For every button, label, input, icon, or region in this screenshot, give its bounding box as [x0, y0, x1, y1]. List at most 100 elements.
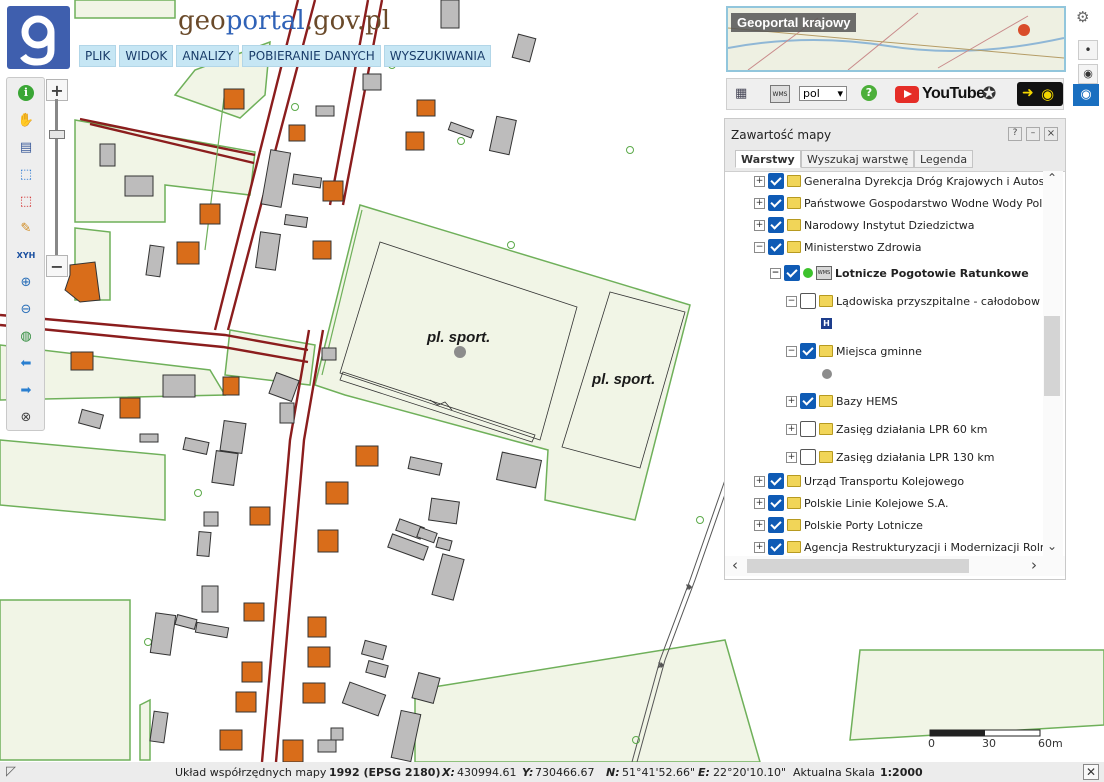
- expand-toggle[interactable]: +: [786, 423, 797, 435]
- layer-checkbox[interactable]: [768, 173, 784, 189]
- scroll-up-icon[interactable]: ⌃: [1047, 171, 1057, 185]
- contrast-eye-icon: ◉: [1041, 85, 1055, 103]
- layer-row[interactable]: + Agencja Restrukturyzacji i Modernizacj…: [754, 538, 1043, 556]
- layer-checkbox[interactable]: [768, 239, 784, 255]
- menu-pobieranie-danych[interactable]: POBIERANIE DANYCH: [242, 45, 381, 67]
- layer-row[interactable]: − WMS Lotnicze Pogotowie Ratunkowe: [770, 264, 1029, 282]
- tab-warstwy[interactable]: Warstwy: [735, 150, 801, 168]
- next-view-button[interactable]: ➡: [15, 379, 37, 401]
- expand-toggle[interactable]: +: [754, 197, 765, 209]
- status-scale-label: Aktualna Skala: [793, 766, 875, 779]
- layer-row[interactable]: − Ministerstwo Zdrowia: [754, 238, 922, 256]
- side-eye-blue-icon[interactable]: ◉: [1073, 84, 1099, 106]
- status-system-value: 1992 (EPSG 2180): [329, 766, 441, 779]
- side-dot-button[interactable]: •: [1078, 40, 1098, 60]
- menu-wyszukiwania[interactable]: WYSZUKIWANIA: [383, 45, 492, 67]
- help-icon[interactable]: ?: [861, 85, 877, 101]
- menu-analizy[interactable]: ANALIZY: [176, 45, 240, 67]
- layer-checkbox[interactable]: [768, 517, 784, 533]
- layer-row[interactable]: + Państwowe Gospodarstwo Wodne Wody Pol: [754, 194, 1042, 212]
- zoom-handle[interactable]: [49, 130, 65, 139]
- menu-plik[interactable]: PLIK: [79, 45, 117, 67]
- youtube-label: YouTube: [922, 85, 985, 102]
- expand-toggle[interactable]: +: [754, 219, 765, 231]
- zoom-minus-button[interactable]: −: [46, 255, 68, 277]
- layer-checkbox[interactable]: [768, 473, 784, 489]
- vertical-scroll-thumb[interactable]: [1044, 316, 1060, 396]
- layer-checkbox[interactable]: [768, 195, 784, 211]
- menu-widok[interactable]: WIDOK: [119, 45, 174, 67]
- language-select[interactable]: pol ▾: [799, 86, 847, 101]
- layer-row[interactable]: + Zasięg działania LPR 60 km: [786, 420, 987, 438]
- expand-toggle[interactable]: +: [786, 451, 797, 463]
- expand-toggle[interactable]: +: [754, 497, 765, 509]
- zoom-in-tool-button[interactable]: ⊕: [15, 271, 37, 293]
- layer-row[interactable]: + Bazy HEMS: [786, 392, 898, 410]
- layer-row[interactable]: + Zasięg działania LPR 130 km: [786, 448, 994, 466]
- layer-label: Lądowiska przyszpitalne - całodobow: [836, 294, 1040, 308]
- expand-toggle[interactable]: +: [754, 475, 765, 487]
- previous-view-button[interactable]: ⬅: [15, 352, 37, 374]
- expand-toggle[interactable]: +: [754, 541, 765, 553]
- expand-toggle[interactable]: +: [786, 395, 797, 407]
- layer-checkbox[interactable]: [800, 343, 816, 359]
- tab-legenda[interactable]: Legenda: [914, 150, 974, 168]
- layer-row[interactable]: + Polskie Linie Kolejowe S.A.: [754, 494, 949, 512]
- layer-checkbox[interactable]: [784, 265, 800, 281]
- layer-checkbox[interactable]: [800, 393, 816, 409]
- tab-wyszukaj-warstwe[interactable]: Wyszukaj warstwę: [801, 150, 915, 168]
- info-tool-button[interactable]: i: [15, 82, 37, 104]
- accessibility-icon[interactable]: ✪: [982, 84, 996, 104]
- layer-row[interactable]: + Generalna Dyrekcja Dróg Krajowych i Au…: [754, 172, 1043, 190]
- layer-checkbox[interactable]: [768, 539, 784, 555]
- expand-toggle[interactable]: −: [786, 345, 797, 357]
- layer-row[interactable]: + Urząd Transportu Kolejowego: [754, 472, 964, 490]
- layer-checkbox[interactable]: [768, 495, 784, 511]
- folder-icon: [787, 241, 801, 253]
- draw-tool-button[interactable]: ✎: [15, 217, 37, 239]
- overview-map[interactable]: Geoportal krajowy: [726, 6, 1066, 72]
- status-close-icon[interactable]: ✕: [1083, 764, 1099, 780]
- select-red-tool-button[interactable]: ⬚: [15, 190, 37, 212]
- layer-label: Polskie Porty Lotnicze: [804, 518, 923, 532]
- zoom-out-tool-button[interactable]: ⊖: [15, 298, 37, 320]
- coordinates-tool-button[interactable]: XYH: [15, 244, 37, 266]
- youtube-link[interactable]: YouTube: [895, 84, 985, 104]
- clear-tool-button[interactable]: ⊗: [15, 406, 37, 428]
- calculator-icon[interactable]: ▦: [735, 86, 747, 101]
- side-eye-small-icon[interactable]: ◉: [1078, 64, 1098, 84]
- scroll-down-icon[interactable]: ⌄: [1047, 539, 1057, 553]
- scroll-left-icon[interactable]: ‹: [732, 556, 738, 574]
- expand-toggle[interactable]: −: [754, 241, 765, 253]
- layer-row[interactable]: − Miejsca gminne: [786, 342, 922, 360]
- settings-gear-icon[interactable]: ⚙: [1076, 8, 1089, 26]
- expand-toggle[interactable]: +: [754, 519, 765, 531]
- select-tool-button[interactable]: ⬚: [15, 163, 37, 185]
- horizontal-scroll-thumb[interactable]: [747, 559, 969, 573]
- wms-icon[interactable]: WMS: [770, 85, 790, 103]
- layer-checkbox[interactable]: [768, 217, 784, 233]
- layer-label: Polskie Linie Kolejowe S.A.: [804, 496, 949, 510]
- layer-checkbox[interactable]: [800, 293, 816, 309]
- layer-checkbox[interactable]: [800, 449, 816, 465]
- layer-checkbox[interactable]: [800, 421, 816, 437]
- layer-row[interactable]: + Polskie Porty Lotnicze: [754, 516, 923, 534]
- geoportal-logo[interactable]: [7, 6, 70, 69]
- expand-toggle[interactable]: −: [770, 267, 781, 279]
- panel-help-button[interactable]: ?: [1008, 127, 1022, 141]
- zoom-track[interactable]: [55, 99, 58, 259]
- panel-minimize-button[interactable]: –: [1026, 127, 1040, 141]
- expand-toggle[interactable]: −: [786, 295, 797, 307]
- contrast-arrow-icon: ➜: [1022, 85, 1034, 101]
- full-extent-tool-button[interactable]: ◍: [15, 325, 37, 347]
- zoom-plus-button[interactable]: +: [46, 79, 68, 101]
- scroll-right-icon[interactable]: ›: [1031, 556, 1037, 574]
- pan-tool-button[interactable]: ✋: [15, 109, 37, 131]
- expand-toggle[interactable]: +: [754, 175, 765, 187]
- contrast-toggle[interactable]: ➜ ◉: [1017, 82, 1063, 106]
- layer-row[interactable]: + Narodowy Instytut Dziedzictwa: [754, 216, 975, 234]
- main-menu: PLIK WIDOK ANALIZY POBIERANIE DANYCH WYS…: [79, 45, 492, 67]
- panel-close-button[interactable]: ×: [1044, 127, 1058, 141]
- layer-row[interactable]: − Lądowiska przyszpitalne - całodobow: [786, 292, 1040, 310]
- legend-tool-button[interactable]: ▤: [15, 136, 37, 158]
